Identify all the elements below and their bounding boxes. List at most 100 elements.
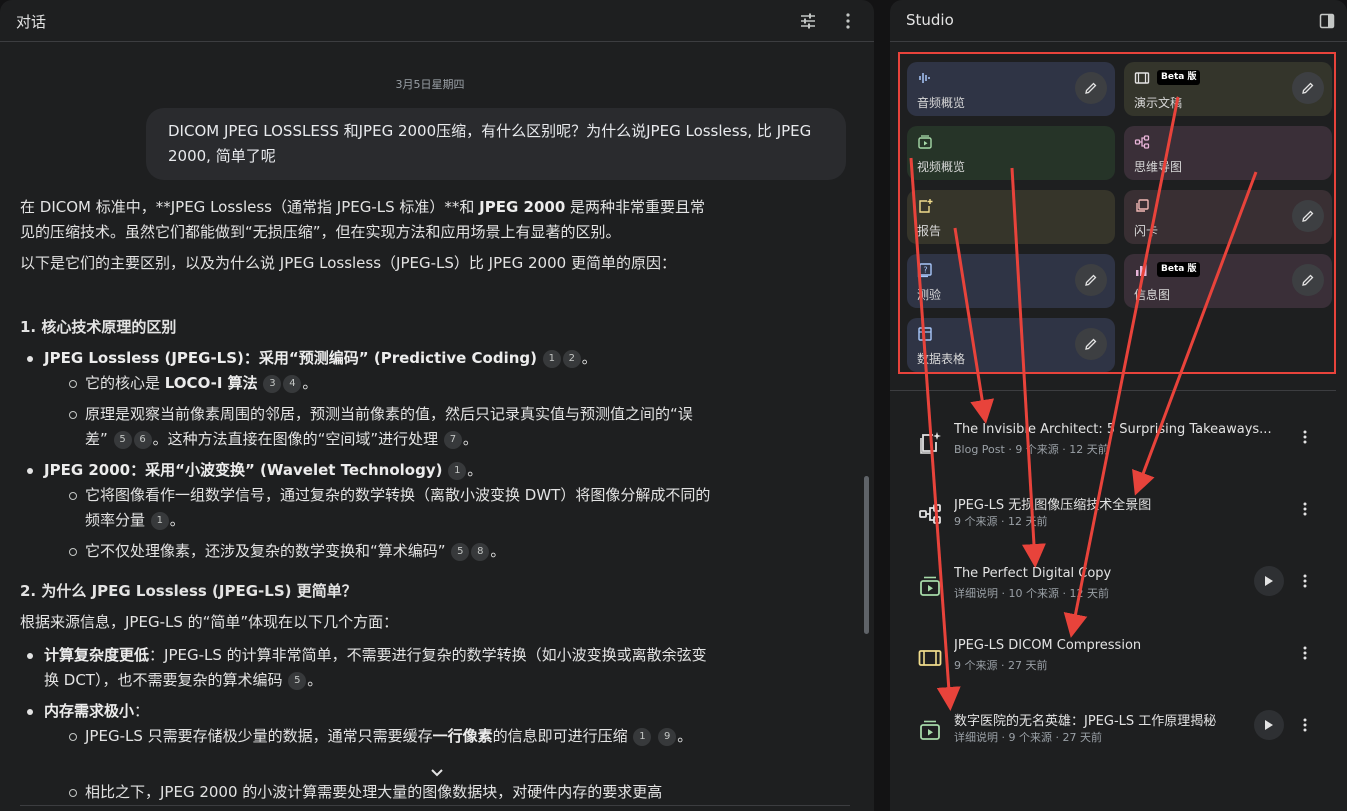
note-title: 数字医院的无名英雄：JPEG-LS 工作原理揭秘 bbox=[954, 714, 1217, 729]
quiz-icon: ? bbox=[917, 263, 932, 278]
edit-pencil-icon[interactable] bbox=[1075, 264, 1107, 296]
edit-pencil-icon[interactable] bbox=[1292, 264, 1324, 296]
studio-panel: Studio 音频概览 Beta 版 演示文稿 视频概览 思维导图 报告 闪卡 … bbox=[890, 0, 1347, 811]
audio-waves-icon bbox=[919, 73, 930, 83]
mind-map-icon bbox=[919, 504, 941, 524]
note-subtitle: 9 个来源 · 12 天前 bbox=[954, 515, 1048, 528]
report-icon bbox=[919, 199, 933, 213]
sub-list-item: 原理是观察当前像素周围的邻居，预测当前像素的值，然后只记录真实值与预测值之间的“… bbox=[69, 402, 715, 452]
citation-chip[interactable]: 1 bbox=[150, 512, 169, 530]
citation-chip[interactable]: 9 bbox=[658, 728, 677, 746]
section-heading: 2. 为什么 JPEG Lossless (JPEG-LS) 更简单？ bbox=[20, 582, 357, 600]
chat-header: 对话 bbox=[0, 0, 874, 42]
note-subtitle: 详细说明 · 10 个来源 · 12 天前 bbox=[954, 587, 1109, 600]
sub-list-item: JPEG-LS 只需要存储极少量的数据，通常只需要缓存一行像素的信息即可进行压缩… bbox=[69, 724, 715, 749]
note-subtitle: 9 个来源 · 27 天前 bbox=[954, 659, 1048, 672]
note-subtitle: 详细说明 · 9 个来源 · 27 天前 bbox=[954, 731, 1102, 744]
citation-chip[interactable]: 6 bbox=[133, 431, 152, 449]
citation-chip[interactable]: 1 bbox=[633, 728, 652, 746]
edit-pencil-icon[interactable] bbox=[1075, 328, 1107, 360]
tile-infographic[interactable]: Beta 版 信息图 bbox=[1124, 254, 1332, 308]
beta-badge: Beta 版 bbox=[1157, 70, 1201, 85]
video-icon bbox=[920, 720, 940, 740]
citation-chip[interactable]: 8 bbox=[471, 543, 490, 561]
chat-scrollbar[interactable] bbox=[864, 476, 869, 634]
studio-note-item[interactable]: JPEG-LS DICOM Compression 9 个来源 · 27 天前 bbox=[906, 636, 1326, 692]
edit-pencil-icon[interactable] bbox=[1075, 72, 1107, 104]
collapse-panel-icon[interactable] bbox=[1314, 8, 1340, 34]
note-title: The Perfect Digital Copy bbox=[954, 566, 1112, 581]
tune-settings-icon[interactable] bbox=[795, 8, 821, 34]
tile-quiz[interactable]: ? 测验 bbox=[907, 254, 1115, 308]
tile-label: 演示文稿 bbox=[1134, 96, 1183, 110]
tile-mind-map[interactable]: 思维导图 bbox=[1124, 126, 1332, 180]
play-icon bbox=[1265, 576, 1273, 586]
chat-input-area[interactable] bbox=[20, 805, 850, 811]
citation-chip[interactable]: 4 bbox=[283, 375, 302, 393]
list-item: 内存需求极小： bbox=[27, 699, 715, 724]
tile-video-overview[interactable]: 视频概览 bbox=[907, 126, 1115, 180]
studio-title: Studio bbox=[906, 11, 954, 29]
section-divider bbox=[890, 390, 1336, 391]
infographic-icon bbox=[1136, 264, 1147, 276]
citation-chip[interactable]: 5 bbox=[288, 672, 307, 690]
more-vert-icon[interactable] bbox=[1298, 642, 1312, 664]
data-table-icon bbox=[918, 327, 932, 341]
tile-audio-overview[interactable]: 音频概览 bbox=[907, 62, 1115, 116]
play-icon bbox=[1265, 720, 1273, 730]
tile-slides[interactable]: Beta 版 演示文稿 bbox=[1124, 62, 1332, 116]
chat-panel: 对话 3月5日星期四 DICOM JPEG LOSSLESS 和JPEG 200… bbox=[0, 0, 874, 811]
citation-chip[interactable]: 1 bbox=[542, 350, 561, 368]
more-vert-icon[interactable] bbox=[835, 8, 861, 34]
slides-icon bbox=[918, 650, 942, 666]
list-item: JPEG Lossless (JPEG-LS)：采用“预测编码” (Predic… bbox=[27, 346, 715, 371]
tile-label: 视频概览 bbox=[917, 160, 966, 174]
sub-list-item: 它不仅处理像素，还涉及复杂的数学变换和“算术编码” 5 8。 bbox=[69, 539, 715, 564]
user-message-bubble: DICOM JPEG LOSSLESS 和JPEG 2000压缩，有什么区别呢？… bbox=[146, 108, 846, 180]
note-title: JPEG-LS 无损图像压缩技术全景图 bbox=[954, 498, 1152, 513]
scroll-down-button[interactable] bbox=[424, 760, 450, 786]
video-icon bbox=[918, 135, 932, 149]
note-title: The Invisible Architect: 5 Surprising Ta… bbox=[954, 422, 1272, 437]
report-sparkle-icon bbox=[920, 432, 941, 454]
video-icon bbox=[920, 576, 940, 596]
answer-paragraph: 以下是它们的主要区别，以及为什么说 JPEG Lossless（JPEG-LS）… bbox=[20, 254, 676, 272]
more-vert-icon[interactable] bbox=[1298, 426, 1312, 448]
tile-label: 测验 bbox=[917, 288, 942, 302]
tile-data-table[interactable]: 数据表格 bbox=[907, 318, 1115, 372]
flashcards-icon bbox=[1136, 199, 1149, 212]
studio-note-item[interactable]: The Perfect Digital Copy 详细说明 · 10 个来源 ·… bbox=[906, 564, 1326, 620]
sub-list-item: 它的核心是 LOCO-I 算法 3 4。 bbox=[69, 371, 715, 396]
tile-report[interactable]: 报告 bbox=[907, 190, 1115, 244]
studio-note-item[interactable]: 数字医院的无名英雄：JPEG-LS 工作原理揭秘 详细说明 · 9 个来源 · … bbox=[906, 708, 1326, 764]
more-vert-icon[interactable] bbox=[1298, 498, 1312, 520]
tile-label: 数据表格 bbox=[917, 352, 966, 366]
play-button[interactable] bbox=[1254, 710, 1284, 740]
answer-intro-paragraph: 在 DICOM 标准中，**JPEG Lossless（通常指 JPEG-LS … bbox=[20, 198, 706, 241]
citation-chip[interactable]: 7 bbox=[443, 431, 462, 449]
svg-text:?: ? bbox=[923, 266, 927, 275]
sub-list-item: 相比之下，JPEG 2000 的小波计算需要处理大量的图像数据块，对硬件内存的要… bbox=[69, 780, 715, 805]
citation-chip[interactable]: 5 bbox=[451, 543, 470, 561]
tile-label: 闪卡 bbox=[1134, 224, 1159, 238]
citation-chip[interactable]: 3 bbox=[263, 375, 282, 393]
more-vert-icon[interactable] bbox=[1298, 714, 1312, 736]
citation-chip[interactable]: 1 bbox=[448, 462, 467, 480]
tile-label: 音频概览 bbox=[917, 96, 966, 110]
edit-pencil-icon[interactable] bbox=[1292, 200, 1324, 232]
citation-chip[interactable]: 2 bbox=[562, 350, 581, 368]
edit-pencil-icon[interactable] bbox=[1292, 72, 1324, 104]
tile-flashcards[interactable]: 闪卡 bbox=[1124, 190, 1332, 244]
sub-list-item: 它将图像看作一组数学信号，通过复杂的数学转换（离散小波变换 DWT）将图像分解成… bbox=[69, 483, 715, 533]
tile-label: 思维导图 bbox=[1134, 160, 1183, 174]
date-separator: 3月5日星期四 bbox=[395, 78, 465, 91]
tile-label: 信息图 bbox=[1134, 288, 1171, 302]
chevron-down-icon bbox=[431, 769, 443, 777]
citation-chip[interactable]: 5 bbox=[113, 431, 132, 449]
studio-header: Studio bbox=[890, 0, 1347, 42]
studio-note-item[interactable]: The Invisible Architect: 5 Surprising Ta… bbox=[906, 420, 1326, 476]
play-button[interactable] bbox=[1254, 566, 1284, 596]
more-vert-icon[interactable] bbox=[1298, 570, 1312, 592]
studio-note-item[interactable]: JPEG-LS 无损图像压缩技术全景图 9 个来源 · 12 天前 bbox=[906, 492, 1326, 548]
slides-icon bbox=[1134, 72, 1150, 84]
